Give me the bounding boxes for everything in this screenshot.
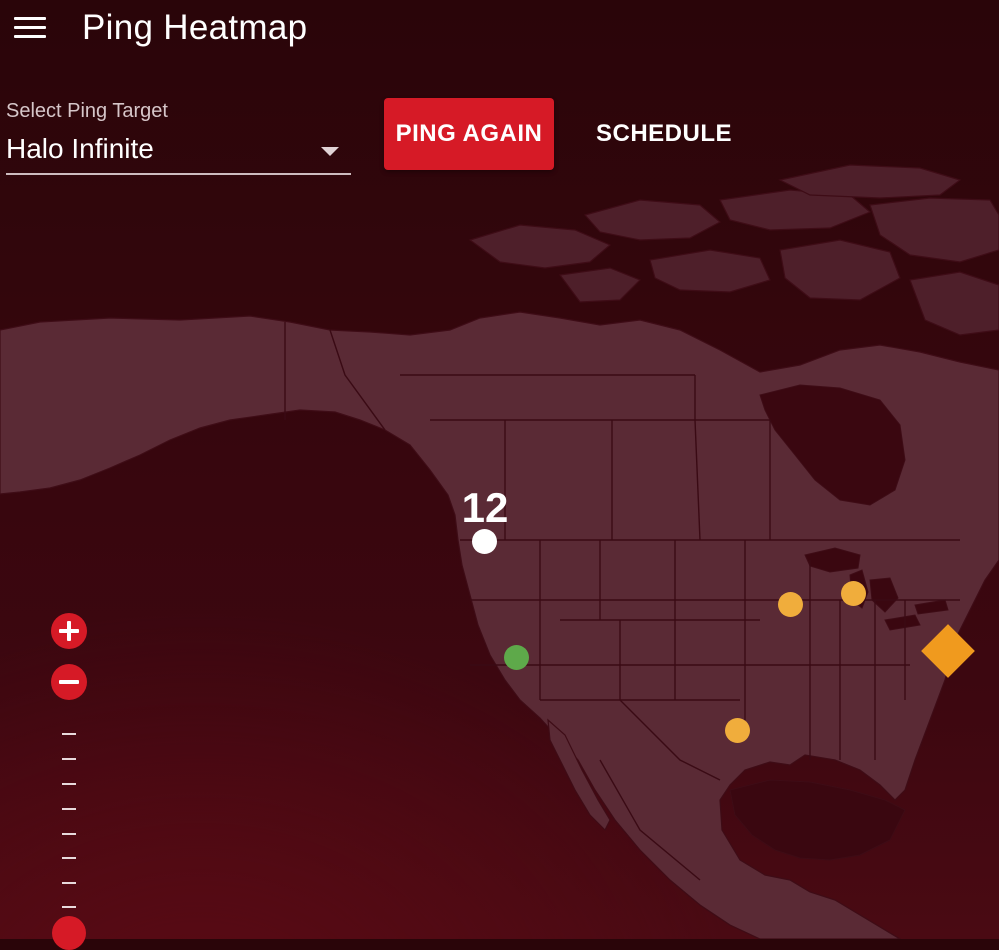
ping-marker-medium[interactable]	[725, 718, 750, 743]
ping-target-label: Select Ping Target	[6, 100, 168, 122]
ping-again-button[interactable]: PING AGAIN	[384, 98, 554, 170]
dropdown-arrow-icon[interactable]	[321, 147, 339, 156]
zoom-level-tick[interactable]	[62, 733, 76, 735]
zoom-level-tick[interactable]	[62, 857, 76, 859]
ping-marker-good[interactable]	[504, 645, 529, 670]
ping-target-value[interactable]: Halo Infinite	[6, 133, 154, 165]
zoom-level-tick[interactable]	[62, 783, 76, 785]
select-underline	[6, 173, 351, 175]
ping-marker-medium[interactable]	[778, 592, 803, 617]
zoom-out-button[interactable]	[51, 664, 87, 700]
zoom-level-tick[interactable]	[62, 882, 76, 884]
cluster-count-label: 12	[461, 484, 509, 531]
zoom-level-tick[interactable]	[62, 808, 76, 810]
hamburger-menu-icon[interactable]	[12, 14, 50, 44]
ping-target-select[interactable]: Select Ping Target Halo Infinite	[6, 100, 351, 175]
zoom-level-tick[interactable]	[62, 833, 76, 835]
zoom-slider-thumb[interactable]	[52, 916, 86, 950]
schedule-button[interactable]: SCHEDULE	[584, 98, 744, 170]
app-title: Ping Heatmap	[82, 8, 308, 47]
app-bar: Ping Heatmap	[0, 0, 999, 58]
zoom-level-tick[interactable]	[62, 758, 76, 760]
zoom-level-tick[interactable]	[62, 906, 76, 908]
zoom-in-button[interactable]	[51, 613, 87, 649]
ping-marker-medium[interactable]	[841, 581, 866, 606]
cluster-marker[interactable]	[472, 529, 497, 554]
